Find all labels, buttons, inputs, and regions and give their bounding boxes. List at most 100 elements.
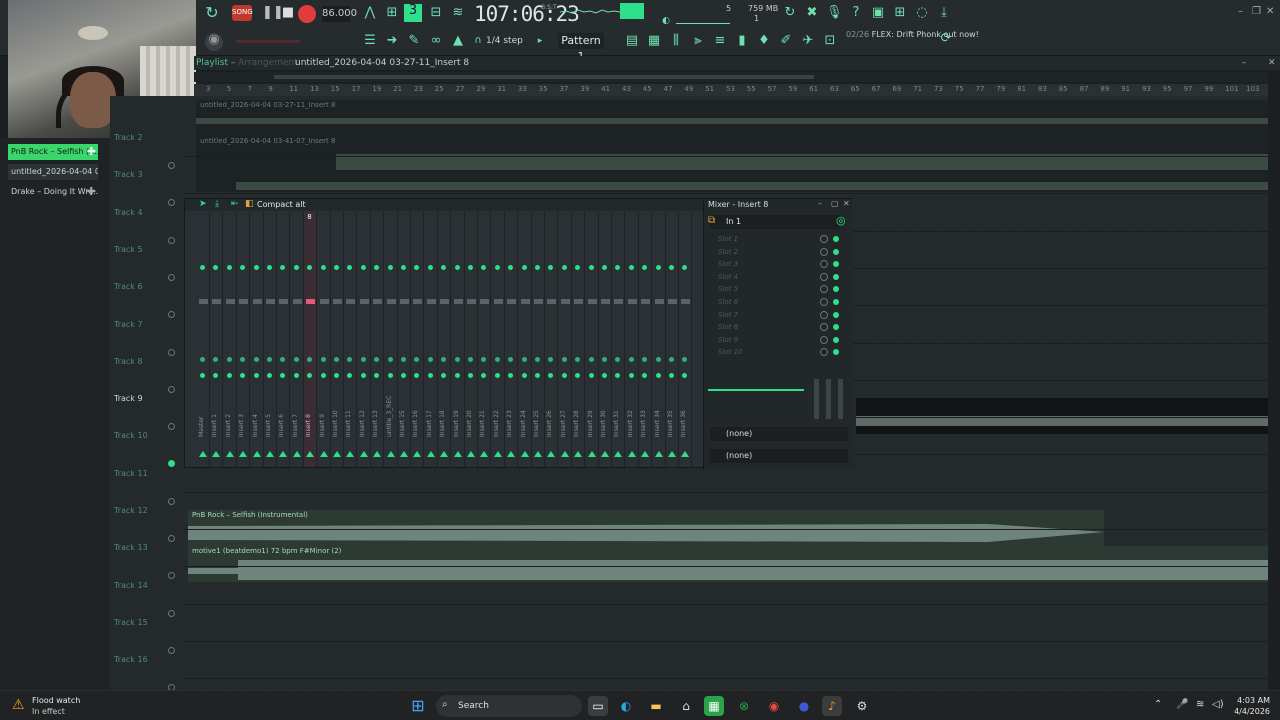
mixer-strip[interactable]: Insert 3 (237, 211, 251, 467)
route-arrow-icon[interactable] (239, 451, 248, 457)
mixer-strip[interactable]: Insert 33 (639, 211, 653, 467)
route-arrow-icon[interactable] (560, 451, 569, 457)
mixer-strip[interactable]: Insert 5 (264, 211, 277, 467)
pan-knob[interactable] (535, 357, 540, 362)
stop-button[interactable]: ■ (280, 6, 296, 22)
master-volume-slider[interactable] (676, 4, 730, 24)
record-button[interactable] (298, 5, 316, 23)
track-mute-button[interactable] (168, 497, 175, 505)
effect-slot[interactable]: Slot 3 (712, 258, 840, 270)
volume-fader[interactable] (212, 299, 222, 304)
mixer-strip[interactable]: Insert 32 (626, 211, 639, 467)
mute-led[interactable] (334, 265, 339, 270)
slot-enable-led[interactable] (833, 324, 839, 331)
effect-slot[interactable]: Slot 2 (712, 246, 840, 258)
volume-fader[interactable] (560, 299, 570, 304)
stereo-led[interactable] (267, 373, 272, 378)
save-icon[interactable]: ▣ (870, 6, 886, 22)
pan-knob[interactable] (655, 357, 661, 362)
pan-knob[interactable] (441, 357, 447, 362)
mute-led[interactable] (414, 265, 420, 270)
mute-led[interactable] (280, 265, 286, 270)
mixer-strip[interactable]: Insert 11 (344, 211, 358, 467)
mute-led[interactable] (293, 265, 299, 270)
timeline-ruler[interactable]: 3 5 7 9 11 13 15 17 19 21 23 25 27 29 31 33 35 37 39 41 43 45… (194, 84, 1268, 96)
news-panel[interactable]: 02/26 FLEX: Drift Phonk out now! (846, 30, 979, 40)
route-arrow-icon[interactable] (520, 451, 529, 457)
slot-mix-knob[interactable] (820, 260, 828, 269)
windows-start-icon[interactable]: ⊞ (408, 696, 428, 716)
route-arrow-icon[interactable] (587, 451, 596, 457)
ea-icon[interactable]: ● (794, 696, 814, 716)
mixer-hint-icon[interactable]: ⤓ (215, 199, 219, 209)
stereo-led[interactable] (521, 373, 527, 378)
mute-led[interactable] (588, 265, 594, 270)
volume-fader[interactable] (507, 299, 517, 304)
mute-led[interactable] (401, 265, 406, 270)
pan-knob[interactable] (575, 357, 581, 362)
playlist-minimize-icon[interactable]: – (1242, 58, 1247, 68)
track-label[interactable]: Track 11 (114, 469, 148, 478)
stereo-led[interactable] (253, 373, 259, 378)
mixer-strip[interactable]: Insert 17 (425, 211, 438, 467)
volume-fader[interactable] (225, 299, 235, 304)
pan-knob[interactable] (454, 357, 460, 362)
pan-knob[interactable] (360, 357, 366, 362)
pan-knob[interactable] (561, 357, 567, 362)
track-mute-button[interactable] (168, 423, 175, 431)
track-mute-button[interactable] (168, 199, 175, 207)
fl-studio-icon[interactable]: ♪ (822, 696, 842, 716)
weather-warning-icon[interactable]: ⚠ (12, 697, 25, 713)
taskbar-search[interactable]: Search (436, 695, 582, 717)
stereo-led[interactable] (360, 373, 366, 378)
playlist-icon[interactable]: ☰ (362, 34, 378, 50)
mute-led[interactable] (240, 265, 246, 270)
pan-knob[interactable] (588, 357, 594, 362)
blend-notes-icon[interactable]: ≋ (450, 6, 466, 22)
task-view-icon[interactable]: ▭ (588, 696, 608, 716)
midi-icon[interactable]: ⊞ (892, 6, 908, 22)
mute-led[interactable] (468, 265, 473, 270)
mute-led[interactable] (535, 265, 540, 270)
mute-led[interactable] (494, 265, 500, 270)
stereo-led[interactable] (401, 373, 406, 378)
airplane-icon[interactable]: ✈ (800, 34, 816, 50)
stereo-led[interactable] (280, 373, 286, 378)
stereo-led[interactable] (494, 373, 500, 378)
stereo-led[interactable] (414, 373, 420, 378)
pencil-icon[interactable]: ✐ (778, 34, 794, 50)
mute-led[interactable] (360, 265, 366, 270)
track-mute-button[interactable] (168, 348, 175, 356)
route-arrow-icon[interactable] (480, 451, 489, 457)
insert-minimize-icon[interactable]: – (818, 199, 822, 208)
microphone-icon[interactable]: 🎙 (826, 6, 843, 22)
route-arrow-icon[interactable] (373, 451, 382, 457)
pan-knob[interactable] (347, 357, 353, 362)
mixer-strip[interactable]: Insert 6 (277, 211, 291, 467)
pan-knob[interactable] (615, 357, 621, 362)
stereo-led[interactable] (575, 373, 581, 378)
track-label[interactable]: Track 12 (114, 506, 148, 515)
route-arrow-icon[interactable] (266, 451, 274, 457)
pan-knob[interactable] (548, 357, 554, 362)
xbox-icon[interactable]: ⊗ (734, 696, 754, 716)
track-mute-button[interactable] (168, 609, 175, 617)
mute-led[interactable] (508, 265, 514, 270)
volume-fader[interactable] (480, 299, 490, 304)
main-volume-knob[interactable]: ◉ (205, 33, 223, 51)
slot-mix-knob[interactable] (820, 348, 828, 357)
mixer-strip[interactable]: Insert 16 (411, 211, 425, 467)
stereo-led[interactable] (628, 373, 634, 378)
route-arrow-icon[interactable] (654, 451, 663, 457)
pan-knob[interactable] (213, 357, 219, 362)
route-arrow-icon[interactable] (467, 451, 475, 457)
slot-mix-knob[interactable] (820, 335, 828, 344)
track-mute-button[interactable] (168, 236, 175, 244)
pan-knob[interactable] (521, 357, 527, 362)
mute-led[interactable] (441, 265, 447, 270)
stereo-led[interactable] (347, 373, 353, 378)
taskbar-clock[interactable]: 4:03 AM 4/4/2026 (1226, 695, 1270, 717)
mixer-strip[interactable]: Insert 23 (505, 211, 519, 467)
slot-enable-led[interactable] (833, 299, 839, 305)
route-arrow-icon[interactable] (359, 451, 368, 457)
